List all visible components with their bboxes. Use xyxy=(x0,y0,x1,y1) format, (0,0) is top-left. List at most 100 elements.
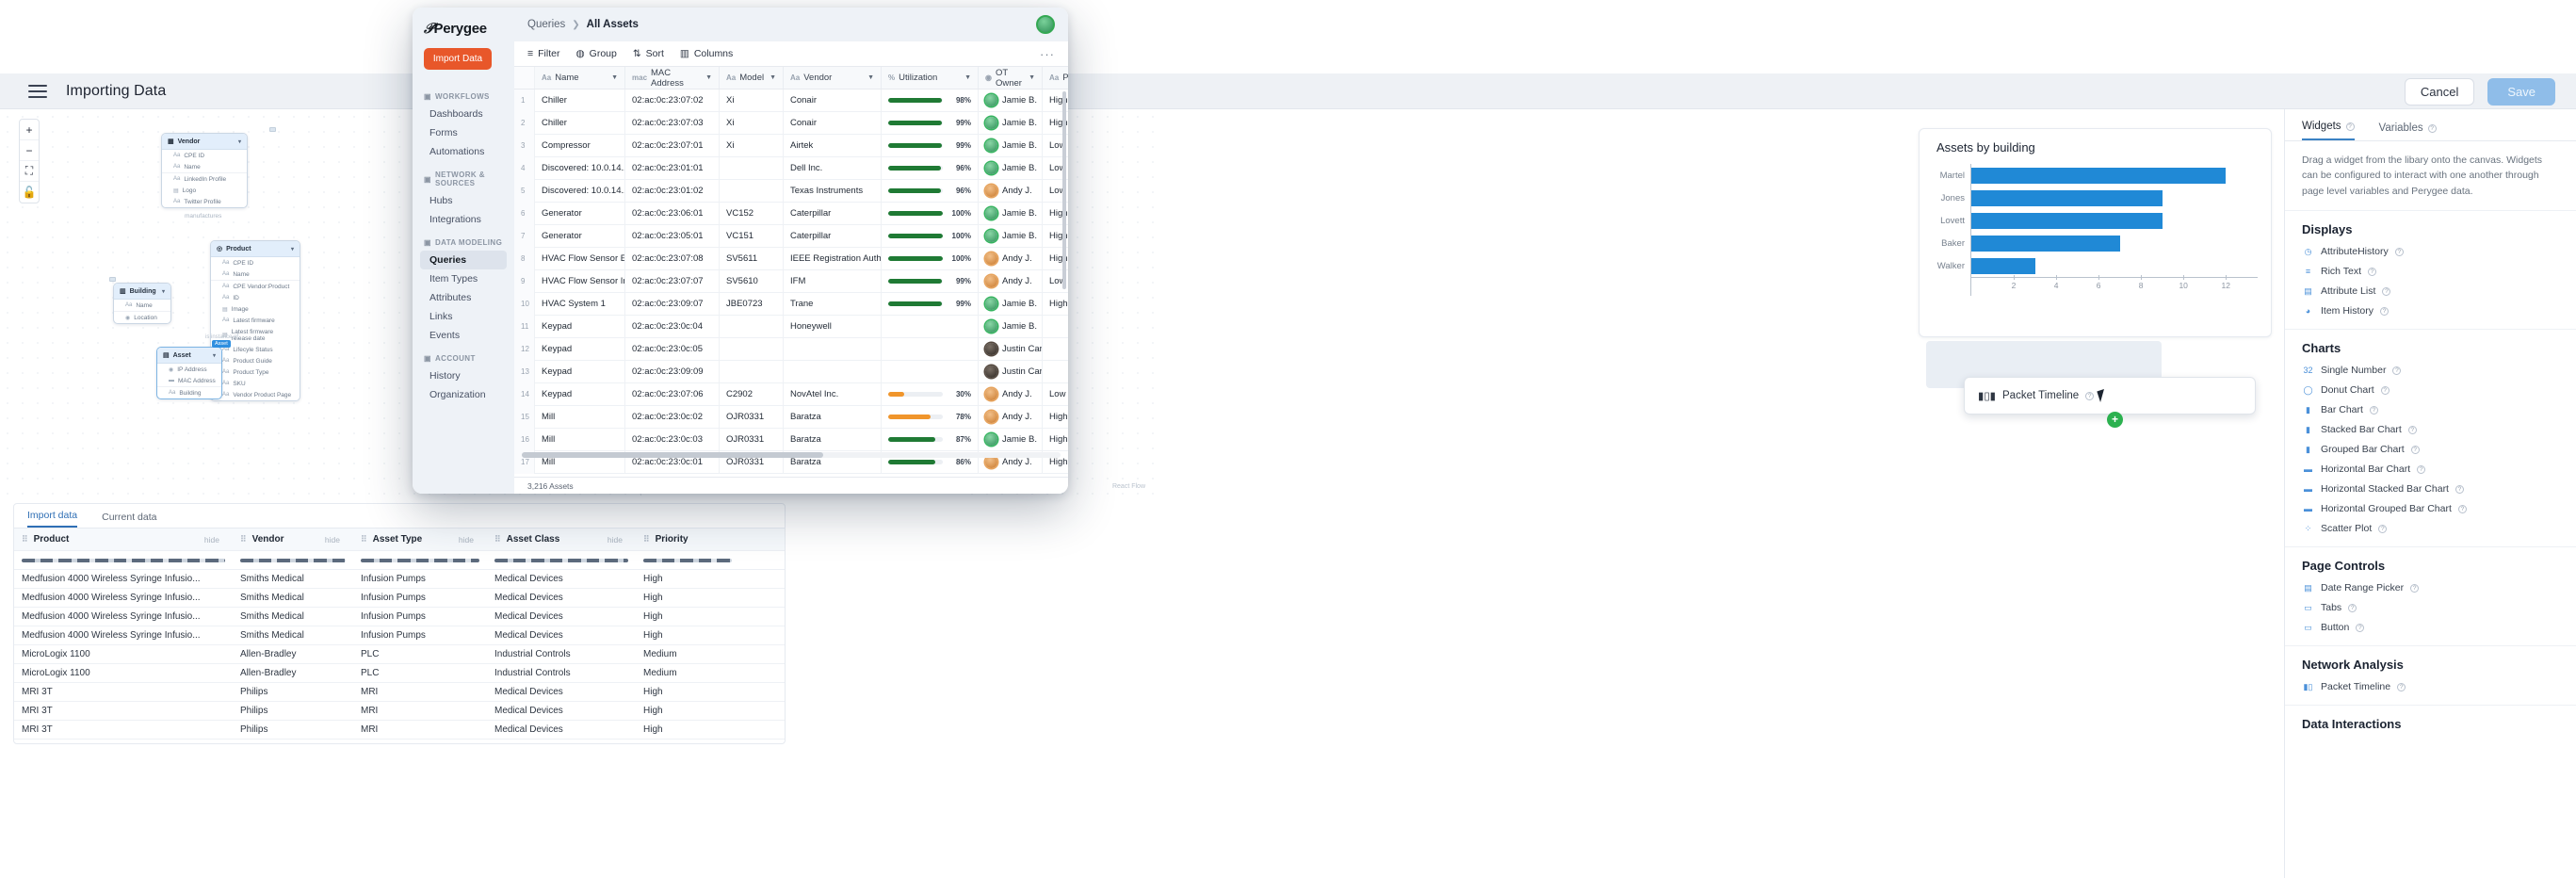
hamburger-icon[interactable] xyxy=(28,85,47,98)
table-row[interactable]: 5Discovered: 10.0.14.1…02:ac:0c:23:01:02… xyxy=(514,180,1068,203)
cell-mac-address[interactable]: 02:ac:0c:23:07:06 xyxy=(625,383,720,406)
column-header-mac-address[interactable]: macMAC Address▼ xyxy=(625,67,720,89)
hide-link[interactable]: hide xyxy=(325,535,346,545)
cell-vendor[interactable]: Baratza xyxy=(784,429,882,451)
cell-priority[interactable]: High xyxy=(1043,293,1068,316)
sidebar-item-dashboards[interactable]: Dashboards xyxy=(413,105,514,123)
info-icon[interactable]: ? xyxy=(2378,525,2387,533)
cell-utilization[interactable]: 100% xyxy=(882,248,979,270)
cell-name[interactable]: HVAC System 1 xyxy=(535,293,625,316)
cell-model[interactable]: Xi xyxy=(720,89,784,112)
widget-item-rich-text[interactable]: ≡Rich Text? xyxy=(2285,262,2576,282)
sidebar-item-attributes[interactable]: Attributes xyxy=(413,288,514,307)
cell-name[interactable]: HVAC Flow Sensor Int xyxy=(535,270,625,293)
cell-utilization[interactable]: 87% xyxy=(882,429,979,451)
cell-ot-owner[interactable]: Andy J. xyxy=(979,270,1043,293)
cell-priority[interactable] xyxy=(1043,316,1068,338)
cell-ot-owner[interactable]: Justin Carrus xyxy=(979,338,1043,361)
widget-item-attributehistory[interactable]: ◷AttributeHistory? xyxy=(2285,242,2576,262)
info-icon[interactable]: ? xyxy=(2085,392,2094,400)
filter-button[interactable]: ≡Filter xyxy=(527,48,559,59)
table-row[interactable]: Medfusion 4000 Wireless Syringe Infusio.… xyxy=(14,589,785,608)
table-row[interactable]: MRI 3TPhilipsMRIMedical DevicesHigh xyxy=(14,721,785,740)
info-icon[interactable]: ? xyxy=(2381,386,2390,395)
column-header-priority[interactable]: ⠿Priority xyxy=(636,534,739,545)
flow-node-product[interactable]: ◎ Product ▾ AaCPE ID AaName AaCPE Vendor… xyxy=(210,240,300,401)
table-row[interactable]: MicroLogix 1100Allen-BradleyPLCIndustria… xyxy=(14,664,785,683)
cell-ot-owner[interactable]: Jamie B. xyxy=(979,225,1043,248)
cell-utilization[interactable]: 78% xyxy=(882,406,979,429)
table-row[interactable]: 11Keypad02:ac:0c:23:0c:04HoneywellJamie … xyxy=(514,316,1068,338)
cell-utilization[interactable]: 98% xyxy=(882,89,979,112)
cell-vendor[interactable]: IFM xyxy=(784,270,882,293)
lock-icon[interactable]: 🔓 xyxy=(20,182,39,203)
tab-import-data[interactable]: Import data xyxy=(27,510,77,528)
sidebar-item-item-types[interactable]: Item Types xyxy=(413,269,514,288)
cell-name[interactable]: Keypad xyxy=(535,316,625,338)
cell-ot-owner[interactable]: Andy J. xyxy=(979,248,1043,270)
tab-widgets[interactable]: Widgets ? xyxy=(2302,121,2355,140)
widget-item-item-history[interactable]: ◕Item History? xyxy=(2285,301,2576,321)
table-row[interactable]: 10HVAC System 102:ac:0c:23:09:07JBE0723T… xyxy=(514,293,1068,316)
cell-name[interactable]: HVAC Flow Sensor Ex xyxy=(535,248,625,270)
sort-button[interactable]: ⇅Sort xyxy=(633,48,664,59)
cell-name[interactable]: Generator xyxy=(535,203,625,225)
breadcrumb-queries[interactable]: Queries xyxy=(527,19,565,30)
cell-mac-address[interactable]: 02:ac:0c:23:09:07 xyxy=(625,293,720,316)
column-header-utilization[interactable]: %Utilization▼ xyxy=(882,67,979,89)
table-row[interactable]: 2Chiller02:ac:0c:23:07:03XiConair99%Jami… xyxy=(514,112,1068,135)
cell-priority[interactable] xyxy=(1043,338,1068,361)
widgets-panel-tabs[interactable]: Widgets ? Variables ? xyxy=(2285,109,2576,141)
info-icon[interactable]: ? xyxy=(2410,584,2419,593)
cell-mac-address[interactable]: 02:ac:0c:23:0c:04 xyxy=(625,316,720,338)
info-icon[interactable]: ? xyxy=(2395,248,2404,256)
cell-ot-owner[interactable]: Andy J. xyxy=(979,180,1043,203)
cell-ot-owner[interactable]: Justin Carrus xyxy=(979,361,1043,383)
info-icon[interactable]: ? xyxy=(2428,124,2437,133)
cell-model[interactable]: C2902 xyxy=(720,383,784,406)
cell-ot-owner[interactable]: Jamie B. xyxy=(979,316,1043,338)
sidebar-item-forms[interactable]: Forms xyxy=(413,123,514,142)
cell-ot-owner[interactable]: Jamie B. xyxy=(979,89,1043,112)
info-icon[interactable]: ? xyxy=(2382,287,2390,296)
table-row[interactable]: 15Mill02:ac:0c:23:0c:02OJR0331Baratza78%… xyxy=(514,406,1068,429)
widget-item-donut-chart[interactable]: ◯Donut Chart? xyxy=(2285,381,2576,400)
cell-utilization[interactable] xyxy=(882,338,979,361)
cell-vendor[interactable]: Baratza xyxy=(784,406,882,429)
table-row[interactable]: Medfusion 4000 Wireless Syringe Infusio.… xyxy=(14,570,785,589)
column-header-vendor[interactable]: AaVendor▼ xyxy=(784,67,882,89)
info-icon[interactable]: ? xyxy=(2397,683,2406,691)
cell-model[interactable] xyxy=(720,180,784,203)
cell-ot-owner[interactable]: Jamie B. xyxy=(979,112,1043,135)
cell-ot-owner[interactable]: Jamie B. xyxy=(979,293,1043,316)
info-icon[interactable]: ? xyxy=(2368,268,2376,276)
chevron-down-icon[interactable]: ▾ xyxy=(213,352,216,359)
tab-variables[interactable]: Variables ? xyxy=(2379,122,2437,140)
cell-priority[interactable] xyxy=(1043,361,1068,383)
cell-name[interactable]: Keypad xyxy=(535,361,625,383)
cell-mac-address[interactable]: 02:ac:0c:23:07:02 xyxy=(625,89,720,112)
cell-name[interactable]: Compressor xyxy=(535,135,625,157)
cell-mac-address[interactable]: 02:ac:0c:23:0c:03 xyxy=(625,429,720,451)
cell-model[interactable]: OJR0331 xyxy=(720,406,784,429)
cell-model[interactable]: Xi xyxy=(720,135,784,157)
info-icon[interactable]: ? xyxy=(2380,307,2389,316)
cell-mac-address[interactable]: 02:ac:0c:23:07:01 xyxy=(625,135,720,157)
sidebar-item-organization[interactable]: Organization xyxy=(413,385,514,404)
save-button[interactable]: Save xyxy=(2487,78,2555,106)
widget-item-scatter-plot[interactable]: ⁘Scatter Plot? xyxy=(2285,519,2576,539)
cell-name[interactable]: Mill xyxy=(535,406,625,429)
drag-handle-icon[interactable]: ⠿ xyxy=(643,534,650,545)
cell-utilization[interactable]: 96% xyxy=(882,157,979,180)
chevron-down-icon[interactable]: ▾ xyxy=(238,138,241,145)
cell-priority[interactable]: High xyxy=(1043,406,1068,429)
chevron-down-icon[interactable]: ▼ xyxy=(611,74,618,81)
node-handle[interactable] xyxy=(269,127,276,132)
chevron-down-icon[interactable]: ▼ xyxy=(770,74,776,81)
column-header-priority[interactable]: AaPrio...▼ xyxy=(1043,67,1068,89)
table-row[interactable]: 12Keypad02:ac:0c:23:0c:05Justin Carrus xyxy=(514,338,1068,361)
cell-vendor[interactable]: Conair xyxy=(784,89,882,112)
cancel-button[interactable]: Cancel xyxy=(2405,78,2474,106)
hide-link[interactable]: hide xyxy=(459,535,479,545)
table-row[interactable]: 16Mill02:ac:0c:23:0c:03OJR0331Baratza87%… xyxy=(514,429,1068,451)
